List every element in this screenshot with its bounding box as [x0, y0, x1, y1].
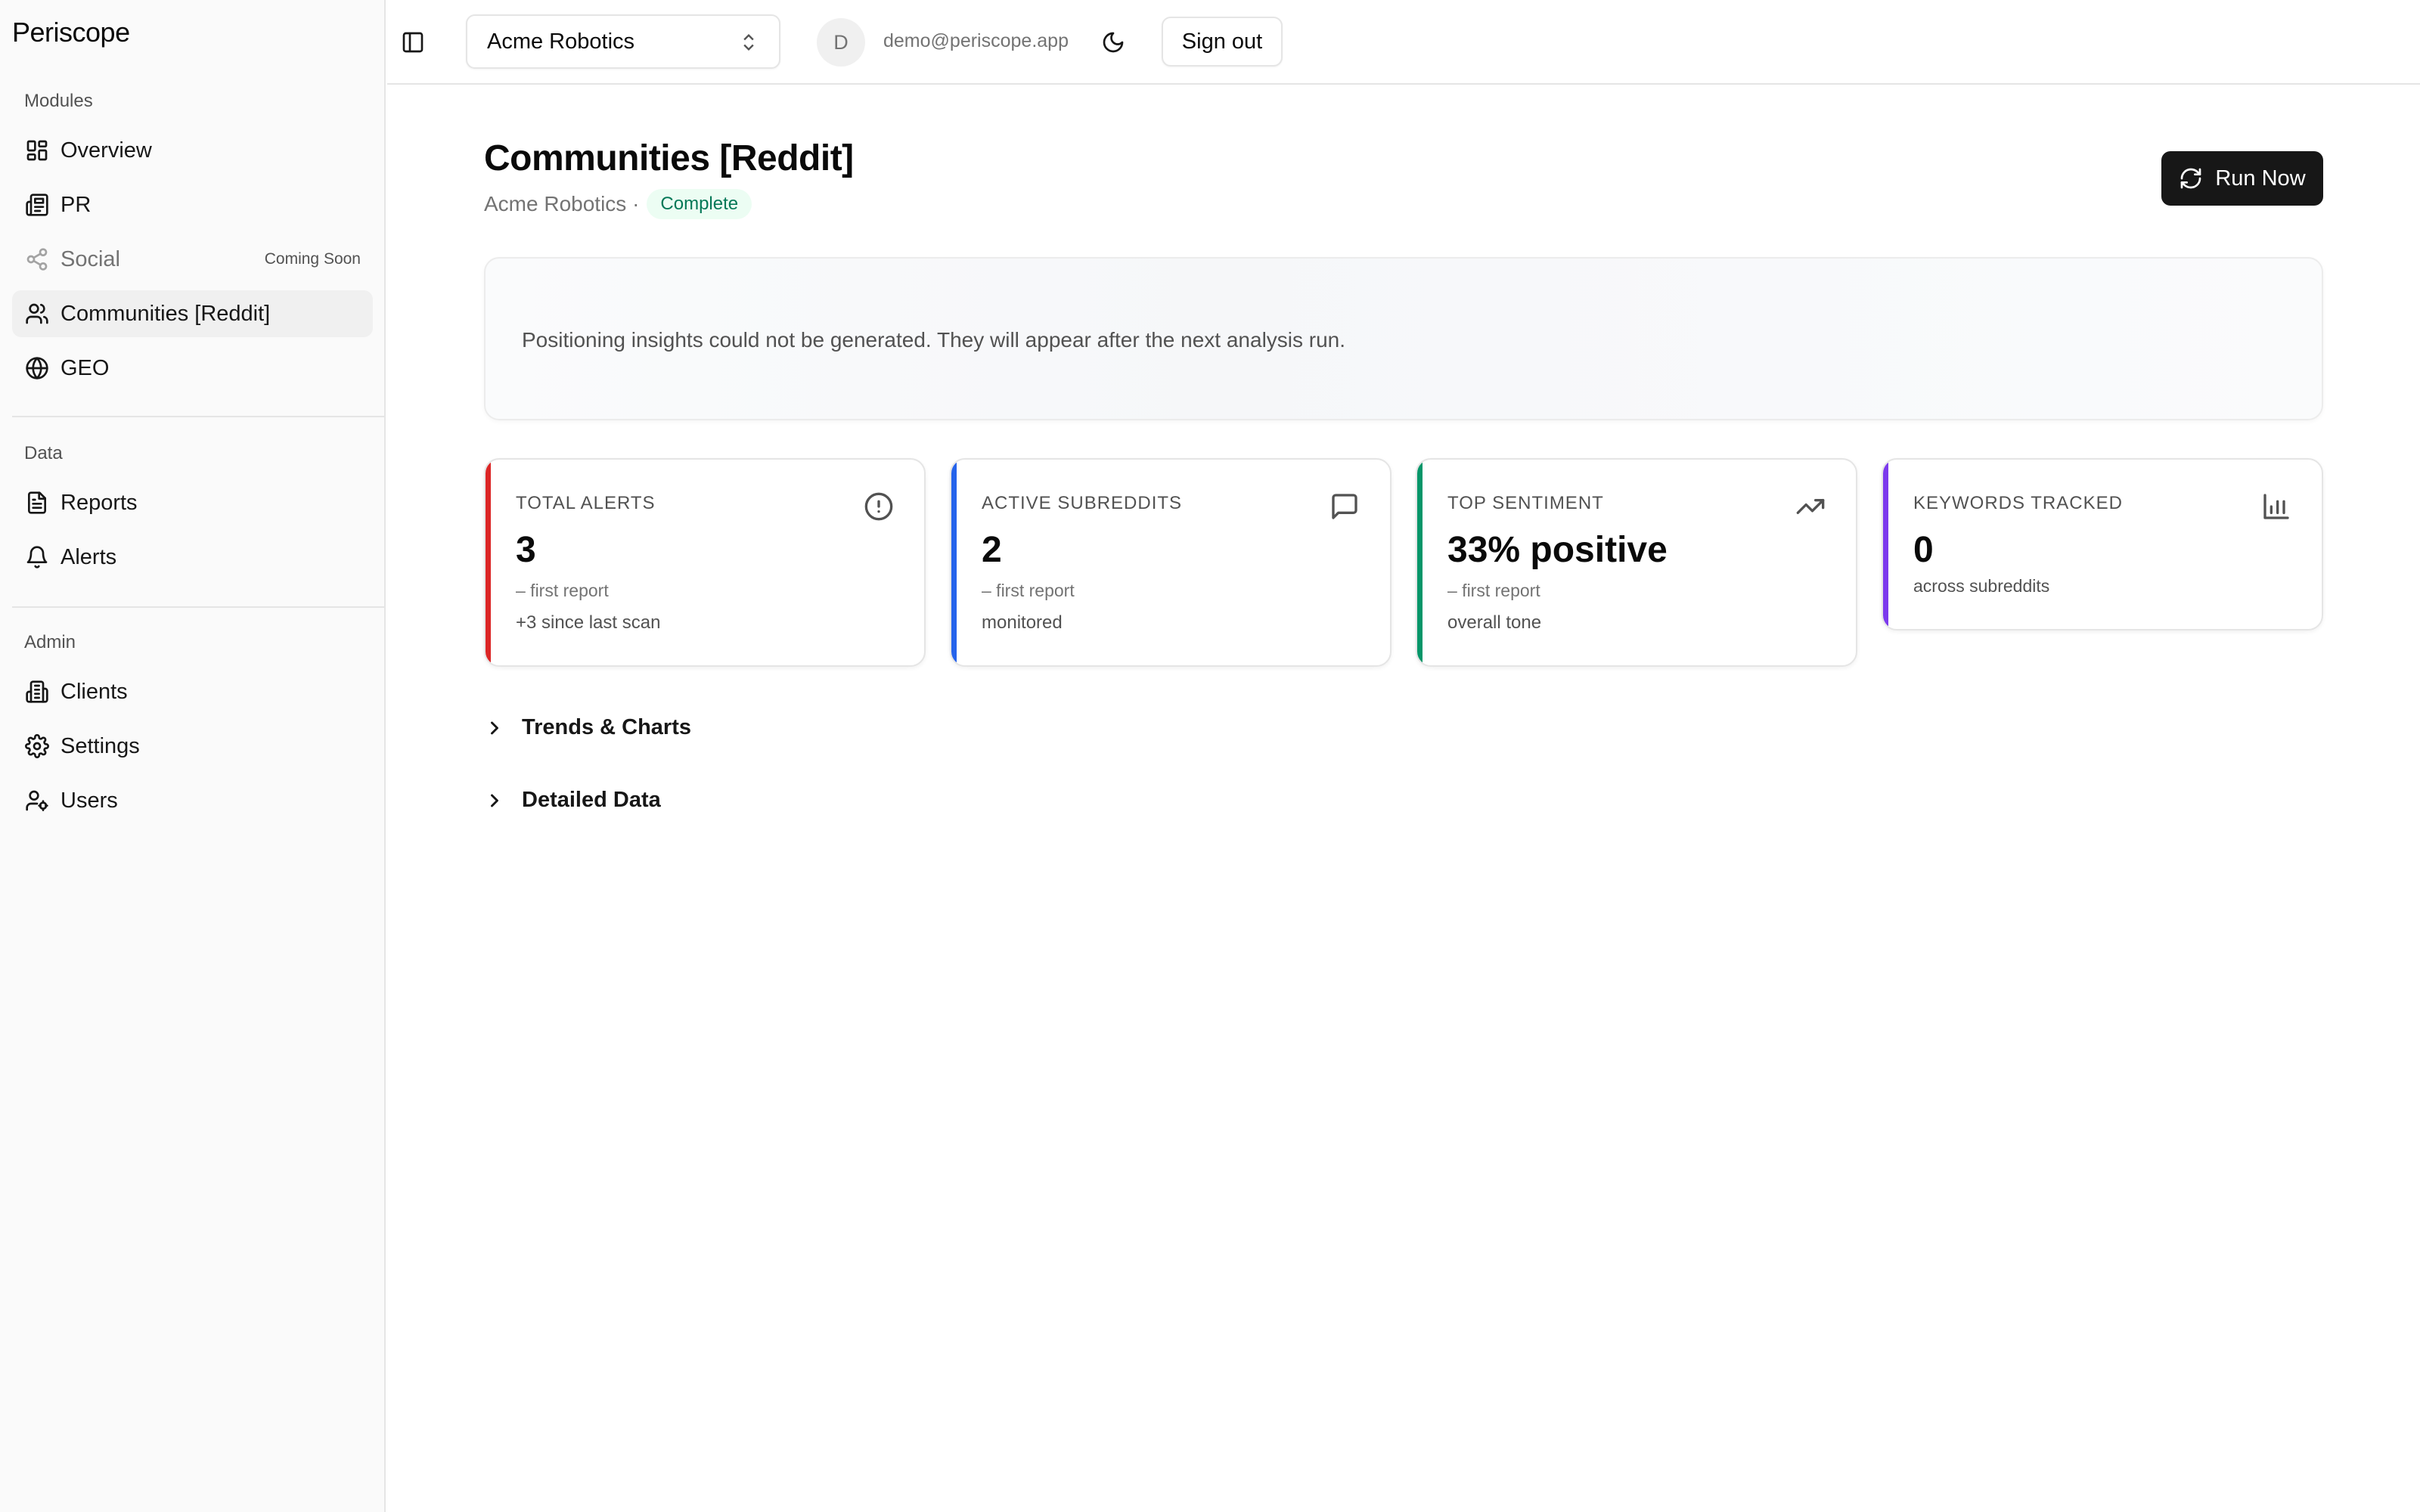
stat-label: KEYWORDS TRACKED [1913, 493, 2123, 513]
sidebar-item-pr[interactable]: PR [12, 181, 373, 228]
trending-up-icon [1795, 491, 1826, 522]
card-accent-bar [951, 460, 957, 665]
user-email: demo@periscope.app [883, 30, 1069, 51]
group-label-admin: Admin [24, 632, 76, 652]
sidebar-item-label: Users [60, 788, 118, 813]
group-label-modules: Modules [24, 91, 93, 111]
coming-soon-badge: Coming Soon [264, 250, 361, 268]
sidebar-item-users[interactable]: Users [12, 777, 373, 824]
sidebar-divider [12, 606, 386, 608]
sidebar-item-geo[interactable]: GEO [12, 345, 373, 392]
gear-icon [24, 733, 50, 759]
sidebar-item-label: Overview [60, 138, 152, 163]
sidebar: Periscope Modules Overview PR Social Com… [0, 0, 386, 1512]
stat-delta: – first report [982, 581, 1075, 600]
group-label-data: Data [24, 443, 63, 463]
stat-card-keywords-tracked: KEYWORDS TRACKED 0 across subreddits [1882, 458, 2323, 631]
top-bar: Acme Robotics D demo@periscope.app Sign … [387, 0, 2420, 85]
stat-card-total-alerts: TOTAL ALERTS 3 – first report +3 since l… [484, 458, 926, 667]
card-accent-bar [486, 460, 491, 665]
theme-toggle-button[interactable] [1098, 27, 1128, 57]
section-label: Trends & Charts [522, 715, 691, 739]
sidebar-item-clients[interactable]: Clients [12, 668, 373, 715]
bar-chart-icon [2261, 491, 2291, 522]
stat-caption: across subreddits [1913, 576, 2050, 596]
section-label: Detailed Data [522, 788, 661, 812]
stat-card-top-sentiment: TOP SENTIMENT 33% positive – first repor… [1416, 458, 1857, 667]
share-icon [24, 246, 50, 272]
sidebar-item-social[interactable]: Social Coming Soon [12, 236, 373, 283]
page-title: Communities [Reddit] [484, 138, 854, 178]
sidebar-item-label: Alerts [60, 544, 117, 569]
sidebar-item-reports[interactable]: Reports [12, 479, 373, 526]
stat-caption: monitored [982, 612, 1063, 633]
client-select-value: Acme Robotics [487, 29, 635, 54]
trends-charts-toggle[interactable]: Trends & Charts [484, 715, 691, 740]
stat-delta: – first report [1447, 581, 1540, 600]
sign-out-button[interactable]: Sign out [1162, 17, 1283, 67]
stat-value: 3 [516, 530, 536, 570]
stat-value: 33% positive [1447, 530, 1668, 570]
page-subtitle: Acme Robotics · Complete [484, 189, 752, 219]
status-badge: Complete [647, 189, 752, 219]
stat-value: 0 [1913, 530, 1934, 570]
file-text-icon [24, 490, 50, 516]
sidebar-item-label: Clients [60, 679, 128, 704]
stat-label: TOTAL ALERTS [516, 493, 656, 513]
card-accent-bar [1417, 460, 1423, 665]
sidebar-toggle-button[interactable] [398, 27, 428, 57]
dashboard-icon [24, 138, 50, 163]
chevrons-up-down-icon [738, 31, 759, 54]
stat-card-active-subreddits: ACTIVE SUBREDDITS 2 – first report monit… [950, 458, 1392, 667]
client-name: Acme Robotics · [484, 192, 640, 215]
sidebar-item-label: PR [60, 192, 92, 217]
globe-icon [24, 355, 50, 381]
sidebar-item-settings[interactable]: Settings [12, 723, 373, 770]
bell-icon [24, 544, 50, 570]
insight-message: Positioning insights could not be genera… [522, 328, 1346, 352]
panel-left-icon [402, 32, 424, 53]
stat-value: 2 [982, 530, 1002, 570]
stat-label: ACTIVE SUBREDDITS [982, 493, 1183, 513]
detailed-data-toggle[interactable]: Detailed Data [484, 788, 661, 813]
chevron-right-icon [491, 721, 498, 734]
chevron-right-icon [491, 794, 498, 807]
client-select[interactable]: Acme Robotics [466, 14, 780, 69]
run-now-button[interactable]: Run Now [2161, 151, 2323, 206]
run-now-label: Run Now [2215, 166, 2306, 191]
message-square-icon [1329, 491, 1360, 522]
brand-logo[interactable]: Periscope [12, 17, 130, 48]
sidebar-item-overview[interactable]: Overview [12, 127, 373, 174]
sidebar-item-communities[interactable]: Communities [Reddit] [12, 290, 373, 337]
refresh-icon [2181, 168, 2201, 189]
moon-icon [1103, 32, 1124, 53]
stat-caption: +3 since last scan [516, 612, 661, 633]
sidebar-item-label: Social [60, 246, 120, 271]
card-accent-bar [1883, 460, 1888, 629]
sidebar-item-label: Reports [60, 490, 138, 515]
building-icon [24, 679, 50, 705]
sidebar-item-label: Settings [60, 733, 140, 758]
users-icon [24, 301, 50, 327]
sidebar-item-label: Communities [Reddit] [60, 301, 271, 326]
positioning-insights-card: Positioning insights could not be genera… [484, 257, 2323, 420]
avatar[interactable]: D [817, 18, 865, 67]
newspaper-icon [24, 192, 50, 218]
sidebar-divider [12, 416, 386, 417]
stat-delta: – first report [516, 581, 609, 600]
stat-caption: overall tone [1447, 612, 1542, 633]
sidebar-item-label: GEO [60, 355, 110, 380]
stat-label: TOP SENTIMENT [1447, 493, 1604, 513]
user-cog-icon [24, 788, 50, 813]
alert-circle-icon [864, 491, 894, 522]
sidebar-item-alerts[interactable]: Alerts [12, 534, 373, 581]
